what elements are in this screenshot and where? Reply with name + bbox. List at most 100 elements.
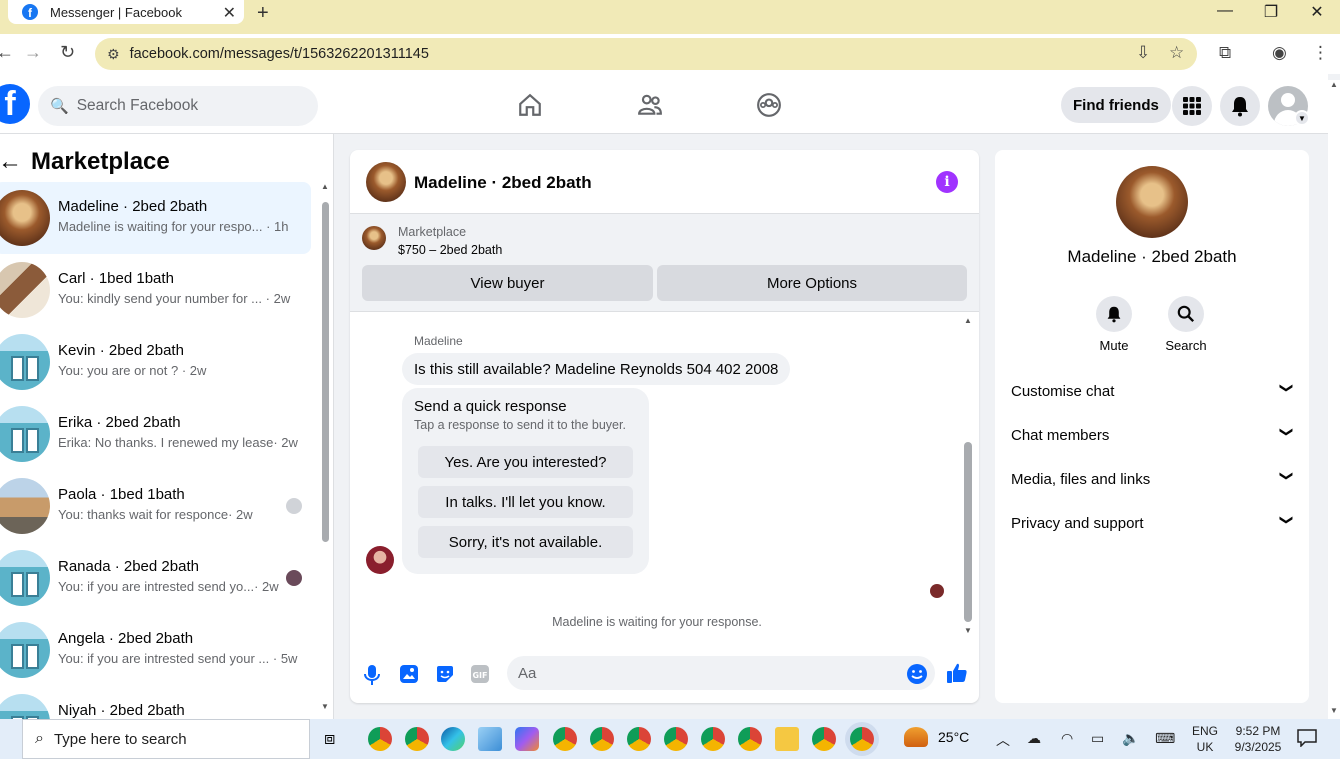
conversation-item[interactable]: Kevin · 2bed 2bath You: you are or not ?… [0,326,311,398]
message-bubble[interactable]: Is this still available? Madeline Reynol… [402,353,791,385]
conversation-item[interactable]: Carl · 1bed 1bath You: kindly send your … [0,254,311,326]
friends-icon[interactable] [637,92,663,123]
quick-reply-button[interactable]: Sorry, it's not available. [418,526,633,558]
back-icon[interactable]: ← [0,42,14,63]
conversation-list-scrollbar[interactable]: ▲ ▼ [321,182,329,711]
microphone-icon[interactable] [363,664,381,691]
back-arrow-icon[interactable]: ← [0,148,22,176]
thumbs-up-icon[interactable] [946,662,968,689]
minimize-icon[interactable]: — [1210,2,1240,20]
scroll-thumb[interactable] [322,202,329,542]
keyboard-icon[interactable]: ⌨ [1155,730,1175,747]
conversation-preview: You: kindly send your number for ... · 2… [58,291,291,306]
browser-tab[interactable]: f Messenger | Facebook ✕ [8,0,244,24]
info-icon[interactable]: i [936,171,958,193]
conversation-item[interactable]: Madeline · 2bed 2bath Madeline is waitin… [0,182,311,254]
profile-avatar[interactable] [1116,166,1188,238]
more-options-button[interactable]: More Options [657,265,967,301]
conversation-item[interactable]: Erika · 2bed 2bath Erika: No thanks. I r… [0,398,311,470]
clock[interactable]: 9:52 PM 9/3/2025 [1230,723,1286,755]
sender-avatar[interactable] [366,546,394,574]
chrome-app-icon[interactable] [627,727,651,751]
chat-title[interactable]: Madeline · 2bed 2bath [414,173,592,193]
listing-price[interactable]: $750 – 2bed 2bath [398,243,502,257]
site-info-icon[interactable]: ⚙ [107,46,120,63]
chevron-down-icon[interactable]: ▼ [1294,110,1310,126]
browser-menu-icon[interactable]: ⋮ [1312,43,1329,63]
edge-app-icon[interactable] [441,727,465,751]
chrome-app-icon-active[interactable] [850,727,874,751]
chrome-app-icon[interactable] [368,727,392,751]
window-close-icon[interactable]: ✕ [1302,2,1332,22]
conversation-item[interactable]: Niyah · 2bed 2bath [0,686,311,719]
bookmark-star-icon[interactable]: ☆ [1169,43,1184,63]
notification-center-icon[interactable] [1297,729,1317,752]
menu-grid-button[interactable] [1172,86,1212,126]
battery-icon[interactable]: ▭ [1091,730,1104,747]
chrome-app-icon[interactable] [590,727,614,751]
chrome-app-icon[interactable] [812,727,836,751]
conversation-item[interactable]: Angela · 2bed 2bath You: if you are intr… [0,614,311,686]
scroll-down-icon[interactable]: ▼ [964,626,972,635]
listing-thumbnail [0,550,50,606]
find-friends-button[interactable]: Find friends [1061,87,1171,123]
scroll-down-icon[interactable]: ▼ [1330,706,1338,715]
scroll-down-icon[interactable]: ▼ [321,702,329,711]
facebook-search-input[interactable]: 🔍 Search Facebook [38,86,318,126]
chat-avatar[interactable] [366,162,406,202]
install-app-icon[interactable]: ⇩ [1136,43,1150,63]
weather-widget[interactable]: 25°C [904,727,969,747]
groups-icon[interactable] [756,92,782,123]
chrome-app-icon[interactable] [664,727,688,751]
emoji-icon[interactable] [906,663,928,690]
message-input[interactable]: Aa [507,656,935,690]
quick-reply-button[interactable]: Yes. Are you interested? [418,446,633,478]
file-explorer-icon[interactable] [775,727,799,751]
onedrive-icon[interactable]: ☁ [1027,730,1041,747]
profile-icon[interactable]: ◉ [1272,43,1287,63]
photo-icon[interactable] [399,664,419,689]
wifi-icon[interactable]: ◠ [1061,730,1073,747]
conversation-item[interactable]: Ranada · 2bed 2bath You: if you are intr… [0,542,311,614]
task-view-icon[interactable]: ⧈ [324,728,335,749]
scroll-up-icon[interactable]: ▲ [321,182,329,191]
mute-button[interactable]: Mute [1084,296,1144,353]
clock-time: 9:52 PM [1235,724,1281,738]
chrome-app-icon[interactable] [405,727,429,751]
input-language[interactable]: ENG UK [1192,723,1218,755]
home-icon[interactable] [517,92,543,123]
reload-icon[interactable]: ↻ [60,42,75,63]
quick-reply-button[interactable]: In talks. I'll let you know. [418,486,633,518]
extensions-icon[interactable]: ⧉ [1219,43,1231,63]
chrome-app-icon[interactable] [701,727,725,751]
chrome-app-icon[interactable] [738,727,762,751]
customise-chat-row[interactable]: Customise chat ❯ [1011,369,1295,413]
search-in-chat-button[interactable]: Search [1156,296,1216,353]
notifications-button[interactable] [1220,86,1260,126]
sticker-icon[interactable] [435,664,455,689]
scroll-thumb[interactable] [964,442,972,622]
read-receipt-avatar [930,584,944,598]
facebook-logo-icon[interactable]: f [0,84,30,124]
chat-scrollbar[interactable]: ▲ ▼ [963,316,973,636]
notepad-app-icon[interactable] [478,727,502,751]
gif-icon[interactable]: GIF [470,664,490,689]
page-scrollbar[interactable]: ▲ ▼ [1328,80,1340,719]
new-tab-icon[interactable]: + [257,2,269,25]
scroll-up-icon[interactable]: ▲ [1330,80,1338,89]
forward-icon[interactable]: → [24,42,42,63]
chat-members-row[interactable]: Chat members ❯ [1011,413,1295,457]
media-files-links-row[interactable]: Media, files and links ❯ [1011,457,1295,501]
privacy-support-row[interactable]: Privacy and support ❯ [1011,501,1295,545]
show-hidden-icons-icon[interactable]: ︿ [996,730,1010,750]
taskbar-search[interactable]: ⌕ Type here to search [22,719,310,759]
chrome-app-icon[interactable] [553,727,577,751]
restore-icon[interactable]: ❐ [1256,2,1286,22]
close-tab-icon[interactable]: ✕ [223,3,236,23]
scroll-up-icon[interactable]: ▲ [964,316,972,325]
copilot-app-icon[interactable] [515,727,539,751]
conversation-item[interactable]: Paola · 1bed 1bath You: thanks wait for … [0,470,311,542]
view-buyer-button[interactable]: View buyer [362,265,653,301]
volume-icon[interactable]: 🔈 [1122,730,1139,747]
url-field[interactable]: ⚙ facebook.com/messages/t/15632622013111… [95,38,1197,70]
